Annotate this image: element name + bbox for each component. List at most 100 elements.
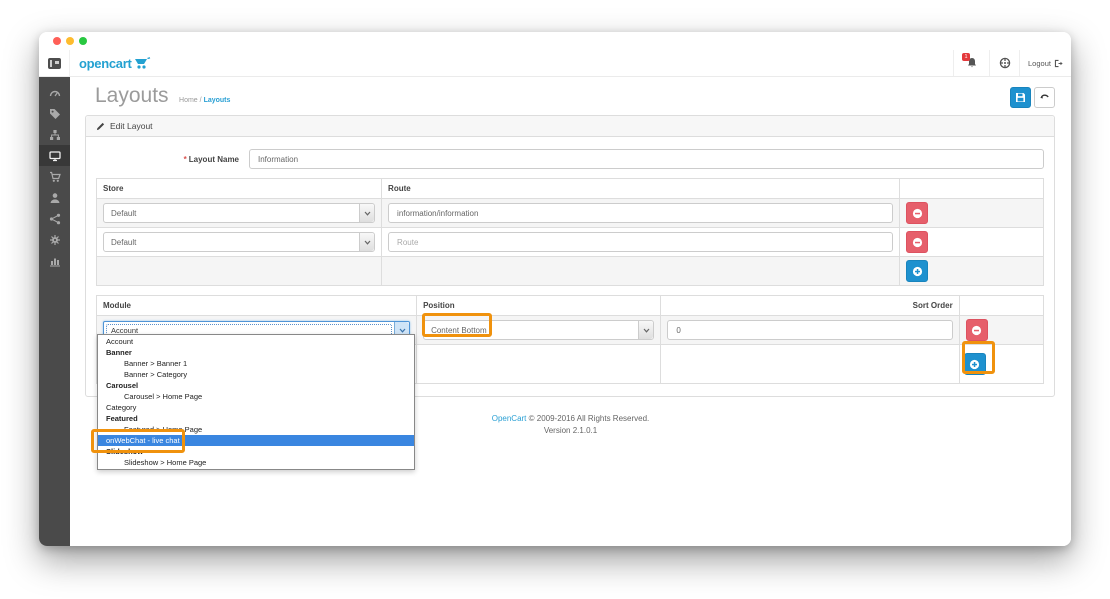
main-row: Layouts Home / Layouts <box>39 77 1071 546</box>
store-select-1-value: Default <box>104 209 359 218</box>
page-title: Layouts <box>95 84 169 107</box>
position-header: Position <box>417 296 661 316</box>
empty-cell <box>382 257 900 286</box>
empty-cell <box>97 257 382 286</box>
dropdown-option-carousel[interactable]: Carousel <box>98 380 414 391</box>
system-gear-icon <box>49 234 61 246</box>
sidebar-item-system[interactable] <box>39 229 70 250</box>
logout-button[interactable]: Logout <box>1019 50 1071 76</box>
chevron-down-icon <box>638 321 653 339</box>
notifications-button[interactable]: 1 <box>953 50 989 76</box>
dropdown-option-banner[interactable]: Banner <box>98 347 414 358</box>
store-route-add-row <box>97 257 1044 286</box>
store-select-2-value: Default <box>104 238 359 247</box>
notification-badge: 1 <box>962 53 970 61</box>
page-content: Layouts Home / Layouts <box>70 77 1071 546</box>
dropdown-option-carousel-homepage[interactable]: Carousel > Home Page <box>98 391 414 402</box>
back-button[interactable] <box>1034 87 1055 108</box>
logout-icon <box>1054 59 1063 68</box>
route-input-1[interactable] <box>388 203 893 223</box>
chevron-down-icon <box>359 233 374 251</box>
empty-header <box>959 296 1043 316</box>
sidebar-item-dashboard[interactable] <box>39 82 70 103</box>
dropdown-option-slideshow[interactable]: Slideshow <box>98 446 414 457</box>
minimize-window-button[interactable] <box>66 37 74 45</box>
dropdown-option-featured-homepage[interactable]: Featured > Home Page <box>98 424 414 435</box>
store-route-row-2: Default <box>97 228 1044 257</box>
customers-icon <box>49 192 61 204</box>
dropdown-option-account[interactable]: Account <box>98 336 414 347</box>
sidebar-item-design[interactable] <box>39 145 70 166</box>
reports-chart-icon <box>49 255 61 267</box>
breadcrumb-current[interactable]: Layouts <box>204 97 231 104</box>
add-module-button[interactable] <box>964 353 986 375</box>
panel-header: Edit Layout <box>86 116 1054 137</box>
catalog-tag-icon <box>49 108 61 120</box>
dropdown-option-onwebchat[interactable]: onWebChat - live chat <box>98 435 414 446</box>
position-select-value: Content Bottom <box>424 326 638 335</box>
minus-circle-icon <box>971 325 982 336</box>
sidebar-item-sales[interactable] <box>39 166 70 187</box>
sidebar-item-extensions[interactable] <box>39 124 70 145</box>
required-marker: * <box>184 155 187 164</box>
remove-route-button-2[interactable] <box>906 231 928 253</box>
marketing-share-icon <box>49 213 61 225</box>
route-header: Route <box>382 179 900 199</box>
save-button[interactable] <box>1010 87 1031 108</box>
logout-label: Logout <box>1028 59 1051 68</box>
sidebar-item-catalog[interactable] <box>39 103 70 124</box>
minus-circle-icon <box>912 237 923 248</box>
module-dropdown-list: Account Banner Banner > Banner 1 Banner … <box>97 334 415 470</box>
page-toolbar <box>1010 87 1055 108</box>
layout-name-input[interactable] <box>249 149 1044 169</box>
empty-cell <box>661 345 959 384</box>
dropdown-option-banner-category[interactable]: Banner > Category <box>98 369 414 380</box>
module-header: Module <box>97 296 417 316</box>
add-route-button[interactable] <box>906 260 928 282</box>
design-monitor-icon <box>49 150 61 162</box>
app-header: opencart 1 <box>39 50 1071 77</box>
store-route-table: Store Route Default <box>96 178 1044 286</box>
zoom-window-button[interactable] <box>79 37 87 45</box>
store-header: Store <box>97 179 382 199</box>
save-icon <box>1015 92 1026 103</box>
screen: opencart 1 <box>0 0 1110 599</box>
undo-icon <box>1039 92 1050 103</box>
plus-circle-icon <box>912 266 923 277</box>
store-route-row-1: Default <box>97 199 1044 228</box>
route-input-2[interactable] <box>388 232 893 252</box>
title-row: Layouts Home / Layouts <box>70 77 1071 108</box>
dropdown-option-featured[interactable]: Featured <box>98 413 414 424</box>
header-spacer <box>151 50 953 76</box>
sidebar-item-marketing[interactable] <box>39 208 70 229</box>
dropdown-option-banner-banner1[interactable]: Banner > Banner 1 <box>98 358 414 369</box>
minus-circle-icon <box>912 208 923 219</box>
store-select-2[interactable]: Default <box>103 232 375 252</box>
remove-module-button[interactable] <box>966 319 988 341</box>
close-window-button[interactable] <box>53 37 61 45</box>
sales-cart-icon <box>49 171 61 183</box>
dropdown-option-slideshow-homepage[interactable]: Slideshow > Home Page <box>98 457 414 468</box>
opencart-cart-icon <box>134 57 151 70</box>
opencart-footer-link[interactable]: OpenCart <box>492 414 527 423</box>
sort-order-input[interactable] <box>667 320 952 340</box>
breadcrumb-home[interactable]: Home <box>179 97 198 104</box>
sidebar-item-customers[interactable] <box>39 187 70 208</box>
layout-name-label: *Layout Name <box>96 155 249 164</box>
extensions-icon <box>49 129 61 141</box>
module-header-row: Module Position Sort Order <box>97 296 1044 316</box>
store-route-header-row: Store Route <box>97 179 1044 199</box>
position-select[interactable]: Content Bottom <box>423 320 654 340</box>
breadcrumb: Home / Layouts <box>179 97 230 104</box>
dropdown-option-category[interactable]: Category <box>98 402 414 413</box>
sort-order-header: Sort Order <box>661 296 959 316</box>
store-select-1[interactable]: Default <box>103 203 375 223</box>
store-front-button[interactable] <box>989 50 1019 76</box>
menu-toggle-button[interactable] <box>39 50 70 76</box>
menu-toggle-icon <box>48 58 61 69</box>
opencart-logo[interactable]: opencart <box>70 50 151 76</box>
sidebar-item-reports[interactable] <box>39 250 70 271</box>
remove-route-button-1[interactable] <box>906 202 928 224</box>
dashboard-icon <box>49 87 61 99</box>
sidebar-nav <box>39 77 70 546</box>
